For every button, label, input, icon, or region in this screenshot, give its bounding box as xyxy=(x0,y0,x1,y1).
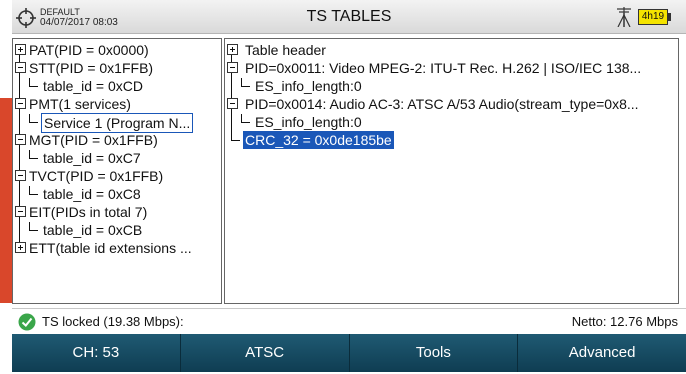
detail-node-label: ES_info_length:0 xyxy=(255,114,362,130)
expand-plus-icon[interactable] xyxy=(15,242,26,253)
tree-elbow xyxy=(29,78,38,87)
tree-node-label: table_id = 0xC7 xyxy=(43,150,141,166)
tree-node-label: table_id = 0xC8 xyxy=(43,186,141,202)
tree-node-label: table_id = 0xCD xyxy=(43,78,144,94)
detail-node-label-selected: CRC_32 = 0x0de185be xyxy=(243,131,394,149)
expand-plus-icon[interactable] xyxy=(15,44,26,55)
detail-node-label: PID=0x0014: Audio AC-3: ATSC A/53 Audio(… xyxy=(245,96,639,112)
tools-softkey[interactable]: Tools xyxy=(350,334,519,372)
header-bar: DEFAULT 04/07/2017 08:03 TS TABLES 4h19 xyxy=(12,0,686,34)
tree-elbow xyxy=(29,222,38,231)
tables-tree-pane[interactable]: PAT(PID = 0x0000) STT(PID = 0x1FFB) tabl… xyxy=(12,38,222,304)
antenna-icon xyxy=(617,7,631,27)
tree-node-label: PAT(PID = 0x0000) xyxy=(29,42,149,58)
collapse-minus-icon[interactable] xyxy=(227,62,238,73)
tree-node-label: MGT(PID = 0x1FFB) xyxy=(29,132,158,148)
tree-node-label: ETT(table id extensions ... xyxy=(29,240,192,256)
netto-bitrate: Netto: 12.76 Mbps xyxy=(571,314,678,329)
tree-elbow xyxy=(29,150,38,159)
tree-line xyxy=(19,52,20,248)
page-title: TS TABLES xyxy=(306,8,392,25)
collapse-minus-icon[interactable] xyxy=(15,62,26,73)
tree-elbow xyxy=(241,78,250,87)
detail-node-label: PID=0x0011: Video MPEG-2: ITU-T Rec. H.2… xyxy=(245,60,642,76)
detail-node-label: Table header xyxy=(245,42,326,58)
battery-indicator: 4h19 xyxy=(638,9,668,25)
standard-softkey[interactable]: ATSC xyxy=(181,334,350,372)
ts-lock-status: TS locked (19.38 Mbps): xyxy=(42,314,184,329)
collapse-minus-icon[interactable] xyxy=(15,170,26,181)
table-detail-pane[interactable]: Table header PID=0x0011: Video MPEG-2: I… xyxy=(224,38,679,304)
tree-elbow xyxy=(29,114,38,123)
left-accent-bar xyxy=(0,98,12,303)
tree-node-label: STT(PID = 0x1FFB) xyxy=(29,60,154,76)
collapse-minus-icon[interactable] xyxy=(15,98,26,109)
tree-node-label: PMT(1 services) xyxy=(29,96,131,112)
expand-plus-icon[interactable] xyxy=(227,44,238,55)
tree-node-label: EIT(PIDs in total 7) xyxy=(29,204,148,220)
battery-tip xyxy=(668,13,671,21)
tree-elbow xyxy=(29,186,38,195)
channel-softkey[interactable]: CH: 53 xyxy=(12,334,181,372)
tree-node-label: table_id = 0xCB xyxy=(43,222,143,238)
collapse-minus-icon[interactable] xyxy=(227,98,238,109)
advanced-softkey[interactable]: Advanced xyxy=(518,334,686,372)
device-screen: DEFAULT 04/07/2017 08:03 TS TABLES 4h19 … xyxy=(12,0,686,374)
tree-node-label-selected: Service 1 (Program N... xyxy=(41,113,194,133)
collapse-minus-icon[interactable] xyxy=(15,206,26,217)
tree-elbow xyxy=(231,132,240,141)
tree-elbow xyxy=(241,114,250,123)
check-icon xyxy=(18,313,36,331)
softkey-bar: CH: 53 ATSC Tools Advanced xyxy=(12,334,686,372)
detail-node-label: ES_info_length:0 xyxy=(255,78,362,94)
status-bar: TS locked (19.38 Mbps): Netto: 12.76 Mbp… xyxy=(12,308,686,334)
tree-node-label: TVCT(PID = 0x1FFB) xyxy=(29,168,164,184)
collapse-minus-icon[interactable] xyxy=(15,134,26,145)
